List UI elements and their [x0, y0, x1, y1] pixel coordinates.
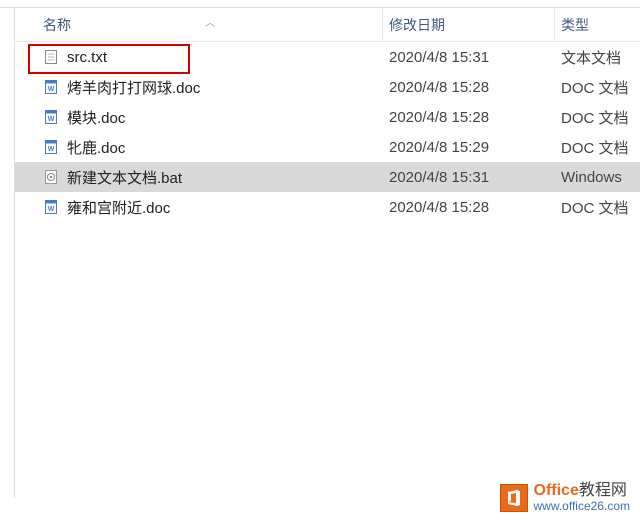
table-row[interactable]: 新建文本文档.bat 2020/4/8 15:31 Windows [15, 162, 640, 192]
word-doc-icon: W [43, 109, 59, 125]
file-date-cell: 2020/4/8 15:28 [383, 109, 555, 126]
file-type-cell: 文本文档 [555, 47, 640, 68]
file-date-label: 2020/4/8 15:28 [389, 79, 489, 96]
file-type-label: DOC 文档 [561, 200, 629, 217]
table-row[interactable]: W 牝鹿.doc 2020/4/8 15:29 DOC 文档 [15, 132, 640, 162]
table-row[interactable]: src.txt 2020/4/8 15:31 文本文档 [15, 42, 640, 72]
column-header-date-label: 修改日期 [389, 15, 445, 35]
watermark: Office教程网 www.office26.com [500, 482, 631, 513]
svg-text:W: W [48, 146, 55, 153]
file-type-label: Windows [561, 169, 622, 186]
file-date-cell: 2020/4/8 15:28 [383, 79, 555, 96]
file-date-label: 2020/4/8 15:31 [389, 169, 489, 186]
gear-file-icon [43, 169, 59, 185]
file-date-cell: 2020/4/8 15:31 [383, 49, 555, 66]
svg-text:W: W [48, 206, 55, 213]
file-name-cell: W 烤羊肉打打网球.doc [15, 77, 383, 98]
file-type-cell: DOC 文档 [555, 197, 640, 218]
file-type-cell: DOC 文档 [555, 137, 640, 158]
word-doc-icon: W [43, 79, 59, 95]
table-row[interactable]: W 烤羊肉打打网球.doc 2020/4/8 15:28 DOC 文档 [15, 72, 640, 102]
file-type-cell: Windows [555, 169, 640, 186]
file-date-label: 2020/4/8 15:28 [389, 199, 489, 216]
svg-text:W: W [48, 116, 55, 123]
column-header-type[interactable]: 类型 [555, 15, 640, 35]
watermark-brand: Office教程网 [534, 482, 631, 500]
file-type-label: DOC 文档 [561, 80, 629, 97]
file-name-label: 烤羊肉打打网球.doc [67, 77, 200, 98]
file-type-label: DOC 文档 [561, 140, 629, 157]
file-name-label: 新建文本文档.bat [67, 167, 182, 188]
file-name-cell: W 雍和宫附近.doc [15, 197, 383, 218]
watermark-brand-bold: Office [534, 482, 579, 499]
file-name-label: 牝鹿.doc [67, 137, 125, 158]
watermark-brand-rest: 教程网 [579, 482, 627, 499]
file-date-label: 2020/4/8 15:31 [389, 49, 489, 66]
word-doc-icon: W [43, 199, 59, 215]
file-name-cell: 新建文本文档.bat [15, 167, 383, 188]
file-name-cell: src.txt [15, 49, 383, 66]
column-header-row: 名称 ︿ 修改日期 类型 [15, 8, 640, 42]
file-list-panel: 名称 ︿ 修改日期 类型 src.txt 2020/4/8 15:31 文本文档 W 烤… [14, 8, 640, 498]
column-header-name[interactable]: 名称 ︿ [15, 8, 383, 41]
column-header-type-label: 类型 [561, 17, 589, 33]
file-name-cell: W 模块.doc [15, 107, 383, 128]
word-doc-icon: W [43, 139, 59, 155]
column-header-date[interactable]: 修改日期 [383, 8, 555, 41]
table-row[interactable]: W 雍和宫附近.doc 2020/4/8 15:28 DOC 文档 [15, 192, 640, 222]
svg-text:W: W [48, 86, 55, 93]
table-row[interactable]: W 模块.doc 2020/4/8 15:28 DOC 文档 [15, 102, 640, 132]
office-logo-icon [500, 484, 528, 512]
file-type-cell: DOC 文档 [555, 77, 640, 98]
file-type-label: 文本文档 [561, 50, 621, 67]
file-name-label: src.txt [67, 49, 107, 66]
file-date-cell: 2020/4/8 15:28 [383, 199, 555, 216]
sort-caret-icon: ︿ [205, 14, 215, 29]
text-file-icon [43, 49, 59, 65]
file-date-cell: 2020/4/8 15:29 [383, 139, 555, 156]
file-name-label: 雍和宫附近.doc [67, 197, 170, 218]
toolbar-fragment [0, 0, 640, 8]
watermark-url: www.office26.com [534, 500, 631, 513]
file-type-cell: DOC 文档 [555, 107, 640, 128]
file-type-label: DOC 文档 [561, 110, 629, 127]
file-date-label: 2020/4/8 15:28 [389, 109, 489, 126]
file-date-label: 2020/4/8 15:29 [389, 139, 489, 156]
file-name-cell: W 牝鹿.doc [15, 137, 383, 158]
file-name-label: 模块.doc [67, 107, 125, 128]
file-date-cell: 2020/4/8 15:31 [383, 169, 555, 186]
file-rows: src.txt 2020/4/8 15:31 文本文档 W 烤羊肉打打网球.doc 202… [15, 42, 640, 222]
column-header-name-label: 名称 [43, 15, 71, 35]
watermark-text: Office教程网 www.office26.com [534, 482, 631, 513]
